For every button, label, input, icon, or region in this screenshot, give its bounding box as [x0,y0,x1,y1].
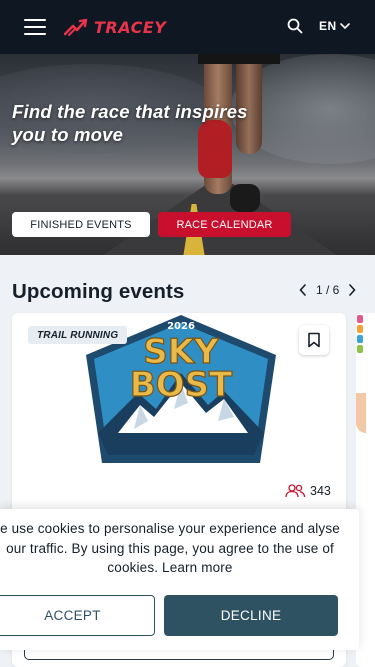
runner-shorts [198,54,280,64]
learn-more-link[interactable]: Learn more [162,560,233,575]
race-calendar-button[interactable]: RACE CALENDAR [158,212,291,237]
category-badge: TRAIL RUNNING [28,326,128,344]
search-icon[interactable] [287,18,305,36]
tracey-logo[interactable]: TRACEY [64,14,166,40]
finished-events-button[interactable]: FINISHED EVENTS [12,212,150,237]
accept-cookies-button[interactable]: ACCEPT [0,595,155,636]
decline-cookies-button[interactable]: DECLINE [164,595,338,636]
chevron-down-icon [339,22,350,29]
event-logo-line2: BOST [130,365,233,405]
card-peek-stripe [357,335,363,343]
pager-count: 1 / 6 [316,283,340,297]
card-peek-stripe [357,345,363,353]
participants-count: 343 [284,484,331,498]
people-icon [285,484,306,498]
chevron-right-icon[interactable] [345,283,359,297]
language-label: EN [319,19,337,33]
card-peek-stripe [357,325,363,333]
language-selector[interactable]: EN [319,19,350,33]
carousel-pager: 1 / 6 [296,283,359,297]
runner-shoe [230,184,260,212]
top-header: TRACEY EN [0,0,375,54]
hero-headline: Find the race that inspires you to move [12,101,248,145]
hamburger-menu-icon[interactable] [24,19,46,35]
bookmark-icon[interactable] [299,325,329,355]
card-peek-stripe [357,315,363,323]
tracey-logo-mark-icon [64,18,88,36]
chevron-left-icon[interactable] [296,283,310,297]
participants-value: 343 [310,484,331,498]
logo-text: TRACEY [94,17,167,37]
section-title: Upcoming events [12,280,185,303]
card-peek-image [356,393,366,433]
event-logo-year: 2026 [167,321,195,332]
cookie-message: e use cookies to personalise your experi… [0,519,350,578]
